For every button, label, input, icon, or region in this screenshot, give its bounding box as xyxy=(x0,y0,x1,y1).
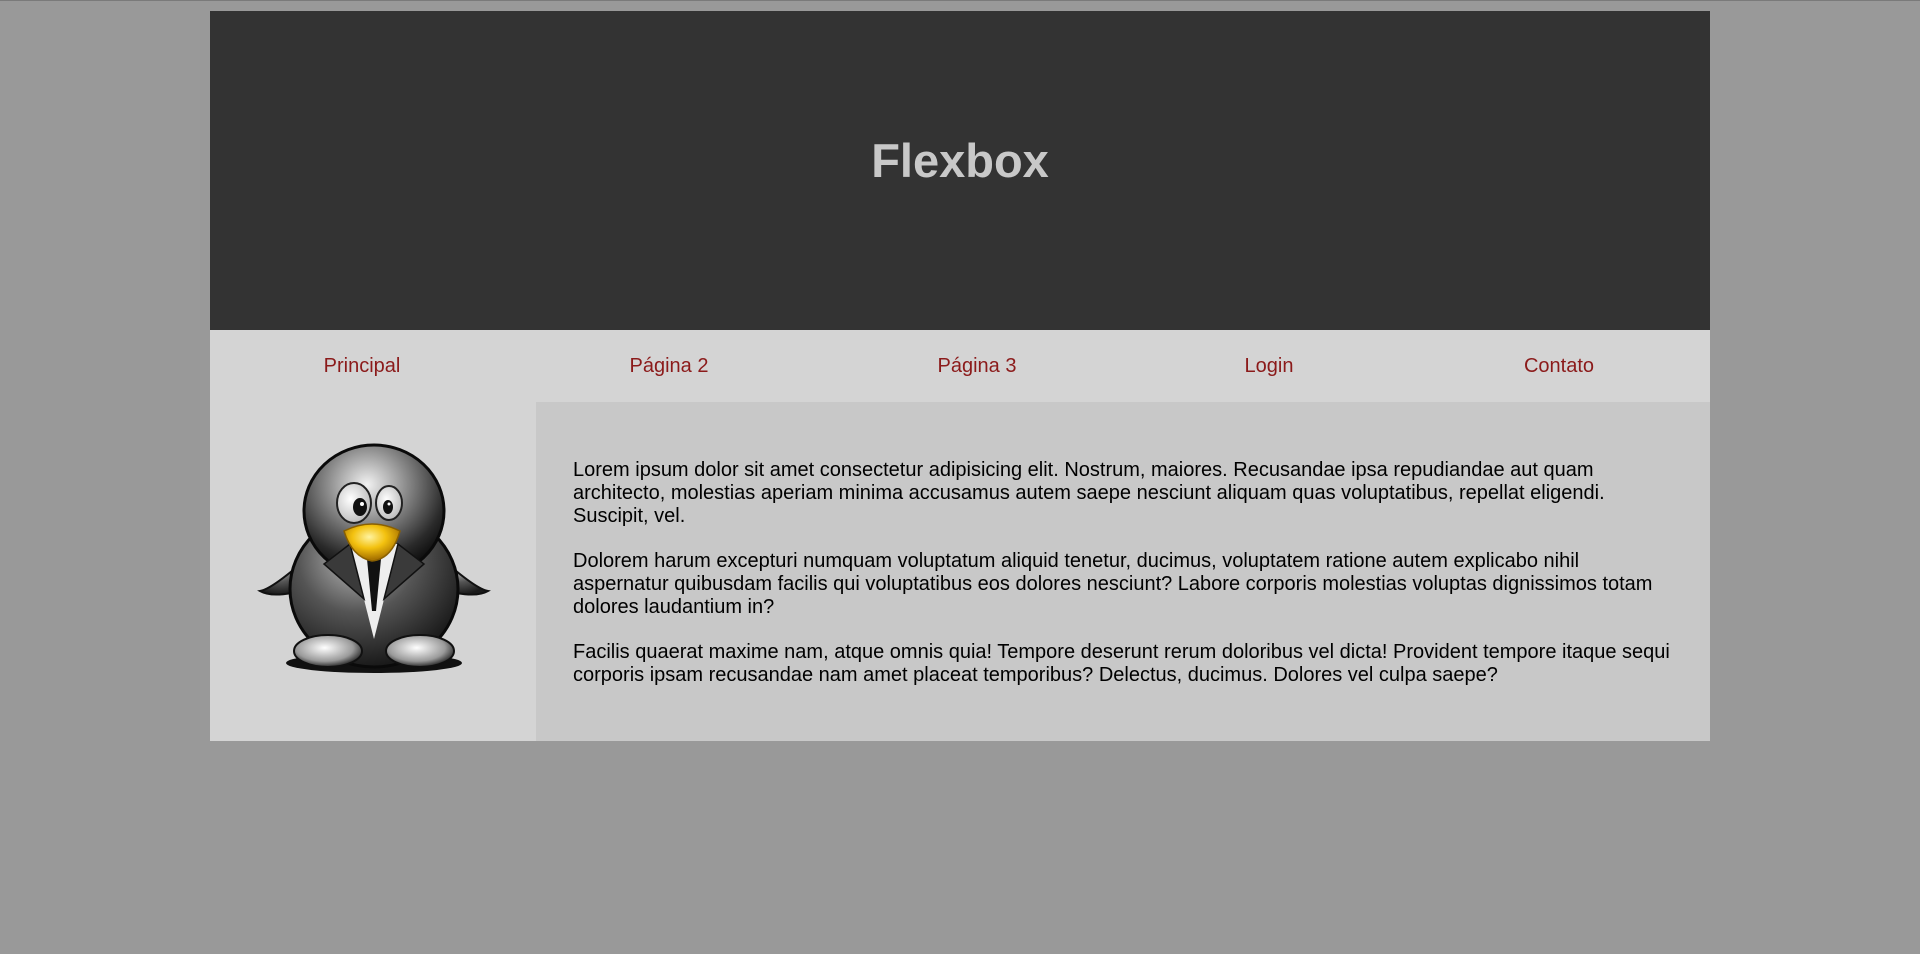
page-container: Flexbox Principal Página 2 Página 3 Logi… xyxy=(210,11,1710,741)
site-title: Flexbox xyxy=(871,134,1049,187)
top-border xyxy=(0,0,1920,1)
main-content: Lorem ipsum dolor sit amet consectetur a… xyxy=(536,402,1710,741)
sidebar xyxy=(210,402,536,741)
nav-link-login[interactable]: Login xyxy=(1130,355,1408,378)
nav-link-principal[interactable]: Principal xyxy=(210,355,514,378)
penguin-in-suit-icon xyxy=(257,443,491,673)
main-section: Lorem ipsum dolor sit amet consectetur a… xyxy=(210,402,1710,741)
nav-link-pagina-3[interactable]: Página 3 xyxy=(824,355,1130,378)
content-paragraph: Lorem ipsum dolor sit amet consectetur a… xyxy=(573,459,1605,527)
content-paragraph: Dolorem harum excepturi numquam voluptat… xyxy=(573,550,1653,618)
main-nav: Principal Página 2 Página 3 Login Contat… xyxy=(210,330,1710,402)
content-paragraph: Facilis quaerat maxime nam, atque omnis … xyxy=(573,641,1670,686)
site-header: Flexbox xyxy=(210,11,1710,330)
nav-link-pagina-2[interactable]: Página 2 xyxy=(514,355,824,378)
nav-link-contato[interactable]: Contato xyxy=(1408,355,1710,378)
